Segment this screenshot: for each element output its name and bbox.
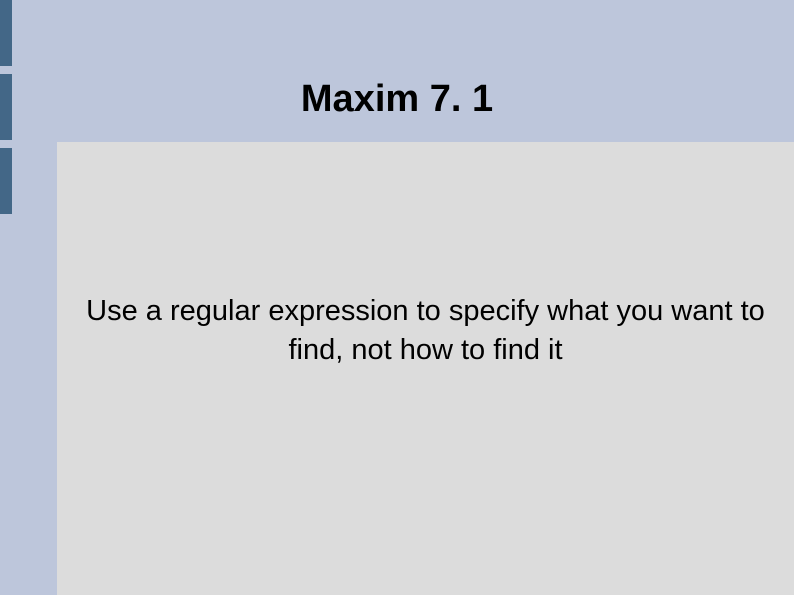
slide-title: Maxim 7. 1	[0, 78, 794, 121]
accent-block-3	[0, 148, 12, 214]
accent-block-2	[0, 74, 12, 140]
accent-block-1	[0, 0, 12, 66]
body-area: Use a regular expression to specify what…	[57, 142, 794, 595]
slide-body-text: Use a regular expression to specify what…	[57, 292, 794, 370]
title-band: Maxim 7. 1	[0, 0, 794, 142]
